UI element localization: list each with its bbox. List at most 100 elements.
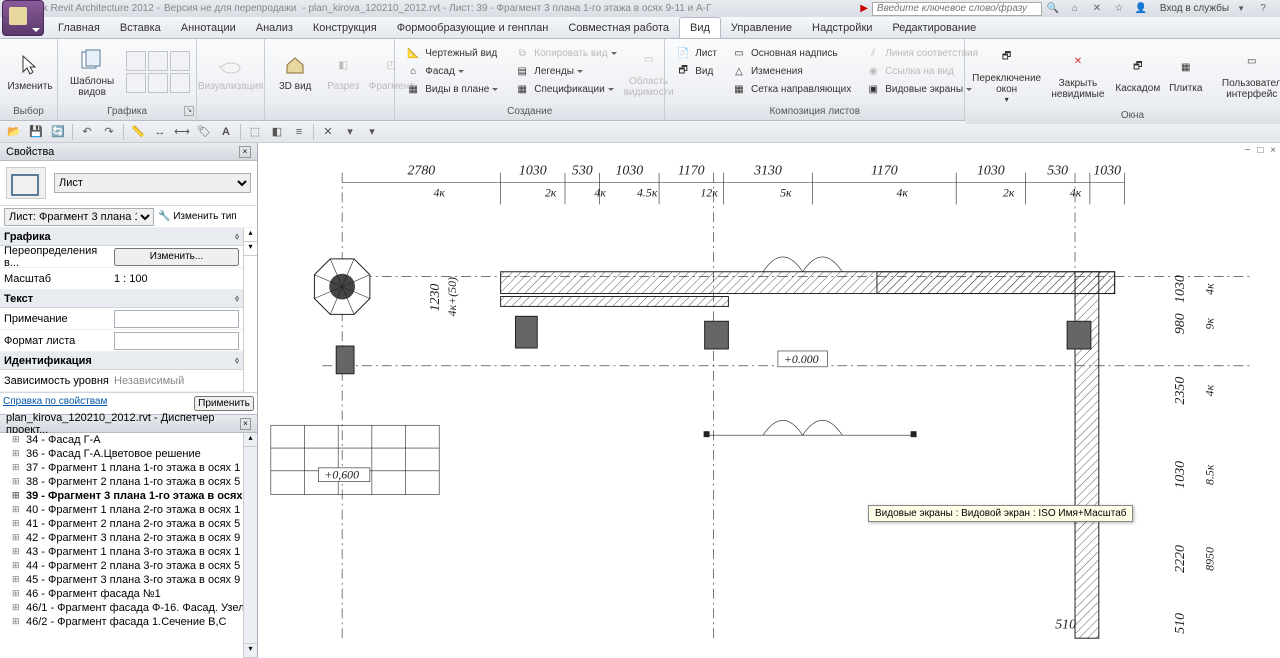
close-views-button[interactable]: ✕ <box>318 123 338 141</box>
ribbon-tab-2[interactable]: Аннотации <box>171 17 246 38</box>
undo-button[interactable]: ↶ <box>77 123 97 141</box>
ribbon-tab-3[interactable]: Анализ <box>246 17 303 38</box>
infocenter-search[interactable] <box>872 2 1042 16</box>
cascade-icon: 🗗 <box>1124 53 1152 81</box>
close-icon[interactable]: × <box>239 146 251 158</box>
scale-value[interactable]: 1 : 100 <box>114 273 239 285</box>
edit-type-button[interactable]: 🔧 Изменить тип <box>158 211 237 222</box>
sheet-icon: 📄 <box>675 46 691 62</box>
viewports-button[interactable]: ▣Видовые экраны <box>861 81 982 99</box>
tree-item[interactable]: 41 - Фрагмент 2 плана 2-го этажа в осях … <box>0 517 243 531</box>
browser-header[interactable]: plan_kirova_120210_2012.rvt - Диспетчер … <box>0 415 257 433</box>
measure-button[interactable]: 📏 <box>128 123 148 141</box>
apply-button[interactable]: Применить <box>194 396 254 411</box>
ribbon-tab-10[interactable]: Редактирование <box>882 17 986 38</box>
svg-text:1030: 1030 <box>1093 163 1121 178</box>
props-help-link[interactable]: Справка по свойствам <box>3 396 194 411</box>
text-button[interactable]: A <box>216 123 236 141</box>
redo-button[interactable]: ↷ <box>99 123 119 141</box>
vis-override-button[interactable]: Изменить... <box>114 248 239 266</box>
view-templates-button[interactable]: Шаблоны видов <box>64 44 120 100</box>
elevation-button[interactable]: ⌂Фасад <box>401 63 502 81</box>
ribbon-tab-7[interactable]: Вид <box>679 17 721 38</box>
tree-item[interactable]: 46/1 - Фрагмент фасада Ф-16. Фасад. Узел <box>0 601 243 615</box>
browser-scrollbar[interactable]: ▴▾ <box>243 433 257 658</box>
sync-button[interactable]: 🔄 <box>48 123 68 141</box>
cascade-button[interactable]: 🗗 Каскадом <box>1114 51 1162 96</box>
schedules-button[interactable]: ▦Спецификации <box>510 81 620 99</box>
subscription-icon[interactable]: ⌂ <box>1067 1 1083 17</box>
type-selector[interactable]: Лист <box>54 173 251 193</box>
drafting-view-button[interactable]: 📐Чертежный вид <box>401 45 502 63</box>
favorite-icon[interactable]: ☆ <box>1111 1 1127 17</box>
plan-views-button[interactable]: ▦Виды в плане <box>401 81 502 99</box>
dim-button[interactable]: ⟷ <box>172 123 192 141</box>
open-button[interactable]: 📂 <box>4 123 24 141</box>
legends-button[interactable]: ▤Легенды <box>510 63 620 81</box>
help-icon[interactable]: ? <box>1255 1 1271 17</box>
revisions-button[interactable]: △Изменения <box>727 63 855 81</box>
section-qat-button[interactable]: ◧ <box>267 123 287 141</box>
switch-windows-button[interactable]: 🗗 Переключение окон▾ <box>971 41 1042 106</box>
props-scrollbar[interactable]: ▴▾ <box>243 228 257 392</box>
ui-button[interactable]: ▭ Пользовател интерфейс <box>1210 46 1280 102</box>
minimize-icon[interactable]: − <box>1245 145 1251 156</box>
svg-text:2350: 2350 <box>1172 377 1187 405</box>
ribbon-tab-0[interactable]: Главная <box>48 17 110 38</box>
modify-button[interactable]: Изменить <box>6 49 54 94</box>
exchange-icon[interactable]: ✕ <box>1089 1 1105 17</box>
project-browser[interactable]: 34 - Фасад Г-А36 - Фасад Г-А.Цветовое ре… <box>0 433 243 658</box>
close-icon[interactable]: × <box>240 418 251 430</box>
titleblock-button[interactable]: ▭Основная надпись <box>727 45 855 63</box>
thin-lines-button[interactable]: ≡ <box>289 123 309 141</box>
tile-button[interactable]: ▦ Плитка <box>1162 51 1210 96</box>
tree-item[interactable]: 37 - Фрагмент 1 плана 1-го этажа в осях … <box>0 461 243 475</box>
close-view-icon[interactable]: × <box>1270 145 1276 156</box>
tree-item[interactable]: 43 - Фрагмент 1 плана 3-го этажа в осях … <box>0 545 243 559</box>
ribbon-tab-5[interactable]: Формообразующие и генплан <box>387 17 559 38</box>
switch-qat-button[interactable]: ▾ <box>340 123 360 141</box>
maximize-icon[interactable]: □ <box>1257 145 1263 156</box>
tree-item[interactable]: 46 - Фрагмент фасада №1 <box>0 587 243 601</box>
align-button[interactable]: ↔ <box>150 123 170 141</box>
drawing-canvas[interactable]: 278010305301030117031301170103053010304к… <box>258 143 1280 658</box>
tree-item[interactable]: 38 - Фрагмент 2 плана 1-го этажа в осях … <box>0 475 243 489</box>
props-section-graphics[interactable]: Графика⬨ <box>0 228 243 246</box>
expand-icon[interactable]: ↘ <box>184 106 194 116</box>
ribbon-tab-4[interactable]: Конструкция <box>303 17 387 38</box>
ribbon-tab-6[interactable]: Совместная работа <box>558 17 679 38</box>
props-section-ident[interactable]: Идентификация⬨ <box>0 352 243 370</box>
sheet-button[interactable]: 📄Лист <box>671 45 721 63</box>
ribbon-tab-8[interactable]: Управление <box>721 17 802 38</box>
customize-button[interactable]: ▾ <box>362 123 382 141</box>
tree-item[interactable]: 40 - Фрагмент 1 плана 2-го этажа в осях … <box>0 503 243 517</box>
tree-item[interactable]: 45 - Фрагмент 3 плана 3-го этажа в осях … <box>0 573 243 587</box>
visibility-shortcuts[interactable] <box>126 51 190 93</box>
properties-header[interactable]: Свойства × <box>0 143 257 161</box>
3d-button[interactable]: ⬚ <box>245 123 265 141</box>
tag-button[interactable]: 🏷 <box>194 123 214 141</box>
tree-item[interactable]: 42 - Фрагмент 3 плана 2-го этажа в осях … <box>0 531 243 545</box>
signin-link[interactable]: Вход в службы <box>1160 3 1229 14</box>
3d-view-button[interactable]: 3D вид <box>271 49 319 94</box>
ribbon-tab-9[interactable]: Надстройки <box>802 17 882 38</box>
svg-text:1030: 1030 <box>519 163 547 178</box>
search-icon[interactable]: 🔍 <box>1045 1 1061 17</box>
app-menu-button[interactable] <box>2 0 44 36</box>
user-icon[interactable]: 👤 <box>1133 1 1149 17</box>
tree-item[interactable]: 34 - Фасад Г-А <box>0 433 243 447</box>
save-button[interactable]: 💾 <box>26 123 46 141</box>
guide-grid-button[interactable]: ▦Сетка направляющих <box>727 81 855 99</box>
view-button[interactable]: 🗗Вид <box>671 63 721 81</box>
props-section-text[interactable]: Текст⬨ <box>0 290 243 308</box>
instance-selector[interactable]: Лист: Фрагмент 3 плана 1-го <box>4 208 154 226</box>
tree-item[interactable]: 44 - Фрагмент 2 плана 3-го этажа в осях … <box>0 559 243 573</box>
tree-item[interactable]: 39 - Фрагмент 3 плана 1-го этажа в осях <box>0 489 243 503</box>
tree-item[interactable]: 36 - Фасад Г-А.Цветовое решение <box>0 447 243 461</box>
format-input[interactable] <box>114 332 239 350</box>
close-hidden-button[interactable]: ✕ Закрыть невидимые <box>1042 46 1114 102</box>
note-input[interactable] <box>114 310 239 328</box>
ribbon-tab-1[interactable]: Вставка <box>110 17 171 38</box>
tree-item[interactable]: 46/2 - Фрагмент фасада 1.Сечение В,С <box>0 615 243 629</box>
signin-dropdown-icon[interactable]: ▼ <box>1237 4 1245 13</box>
